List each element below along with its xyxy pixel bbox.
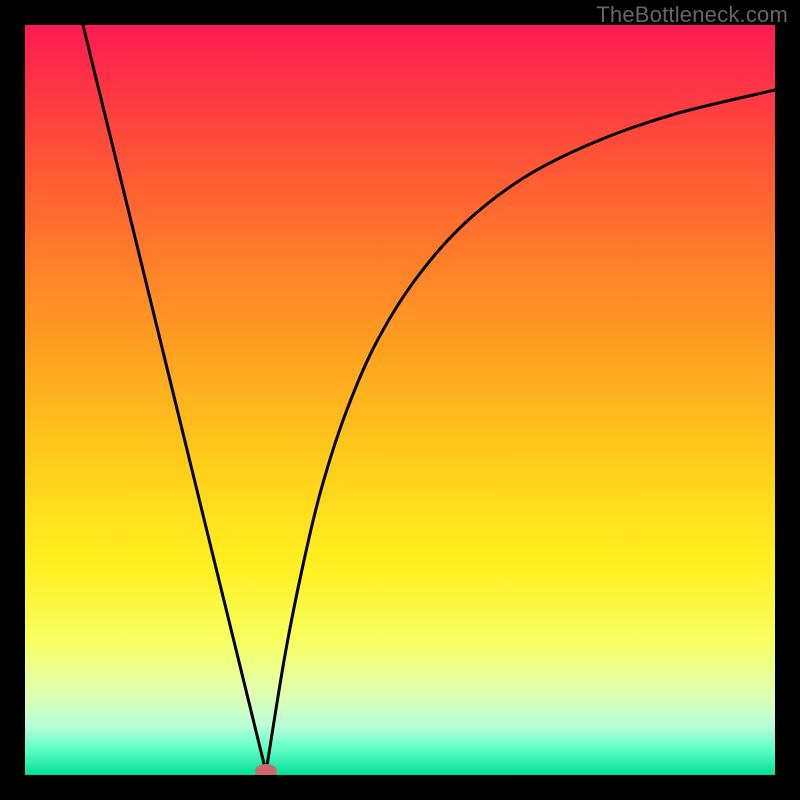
chart-svg (25, 25, 775, 775)
chart-frame: TheBottleneck.com (0, 0, 800, 800)
gradient-background (25, 25, 775, 775)
plot-area (25, 25, 775, 775)
